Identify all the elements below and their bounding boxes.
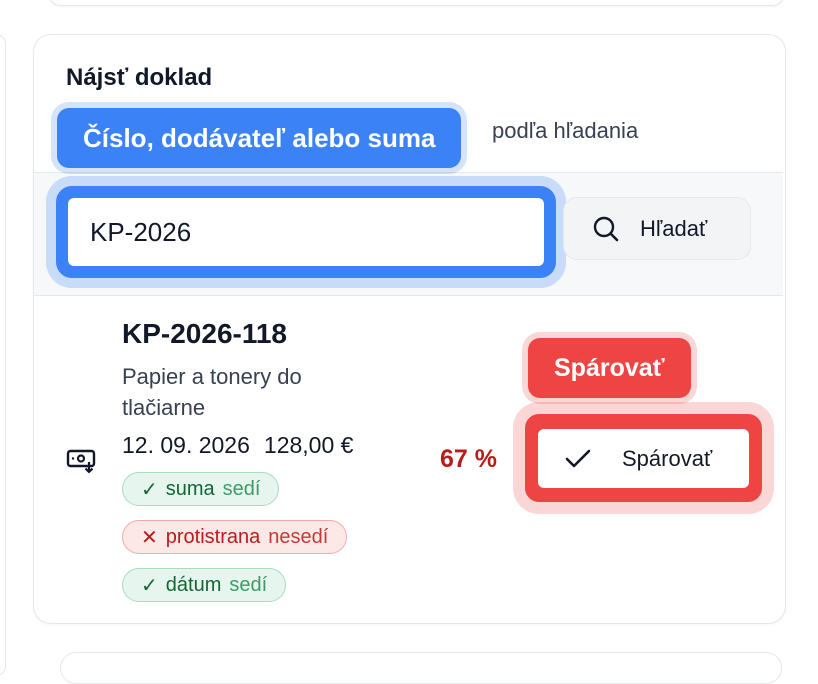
document-amount: 128,00 € — [263, 432, 354, 458]
badge-state: sedí — [222, 477, 261, 500]
match-percent: 67 % — [440, 445, 497, 473]
badge-field: dátum — [165, 573, 222, 596]
badge-field: suma — [165, 477, 215, 500]
pair-button-tag: Spárovať — [528, 338, 691, 398]
document-number: KP-2026-118 — [122, 318, 288, 349]
check-icon: ✓ — [141, 574, 158, 597]
pair-button[interactable]: Spárovať — [538, 429, 749, 488]
search-button-label: Hľadať — [640, 215, 708, 241]
card-subtitle-text: podľa hľadania — [492, 118, 639, 143]
badge-field: protistrana — [165, 525, 261, 548]
search-input[interactable] — [68, 198, 544, 266]
cash-download-icon — [66, 445, 98, 480]
badge-counterparty: ✕ protistrana nesedí — [122, 520, 348, 554]
next-card — [60, 652, 782, 684]
badge-date: ✓ dátum sedí — [122, 568, 287, 602]
check-icon: ✓ — [141, 478, 158, 501]
search-button[interactable]: Hľadať — [563, 197, 751, 260]
badge-sum: ✓ suma sedí — [122, 472, 280, 506]
previous-card — [48, 0, 785, 6]
document-description: Papier a tonery do tlačiarne — [122, 364, 302, 420]
search-icon — [593, 216, 619, 241]
search-field-tag: Číslo, dodávateľ alebo suma — [57, 108, 462, 168]
card-title: Nájsť doklad — [66, 64, 213, 91]
card-subtitle: podľa hľadania — [492, 118, 638, 144]
close-icon: ✕ — [141, 526, 158, 549]
document-meta: 12. 09. 2026 128,00 € — [122, 432, 353, 459]
search-field-highlight — [56, 186, 556, 278]
pair-button-label: Spárovať — [622, 445, 713, 471]
badge-state: sedí — [229, 573, 268, 596]
document-date: 12. 09. 2026 — [122, 432, 250, 458]
badge-state: nesedí — [268, 525, 329, 548]
side-panel-edge — [0, 34, 6, 676]
check-icon — [565, 449, 591, 467]
pair-button-highlight: Spárovať — [525, 414, 762, 502]
